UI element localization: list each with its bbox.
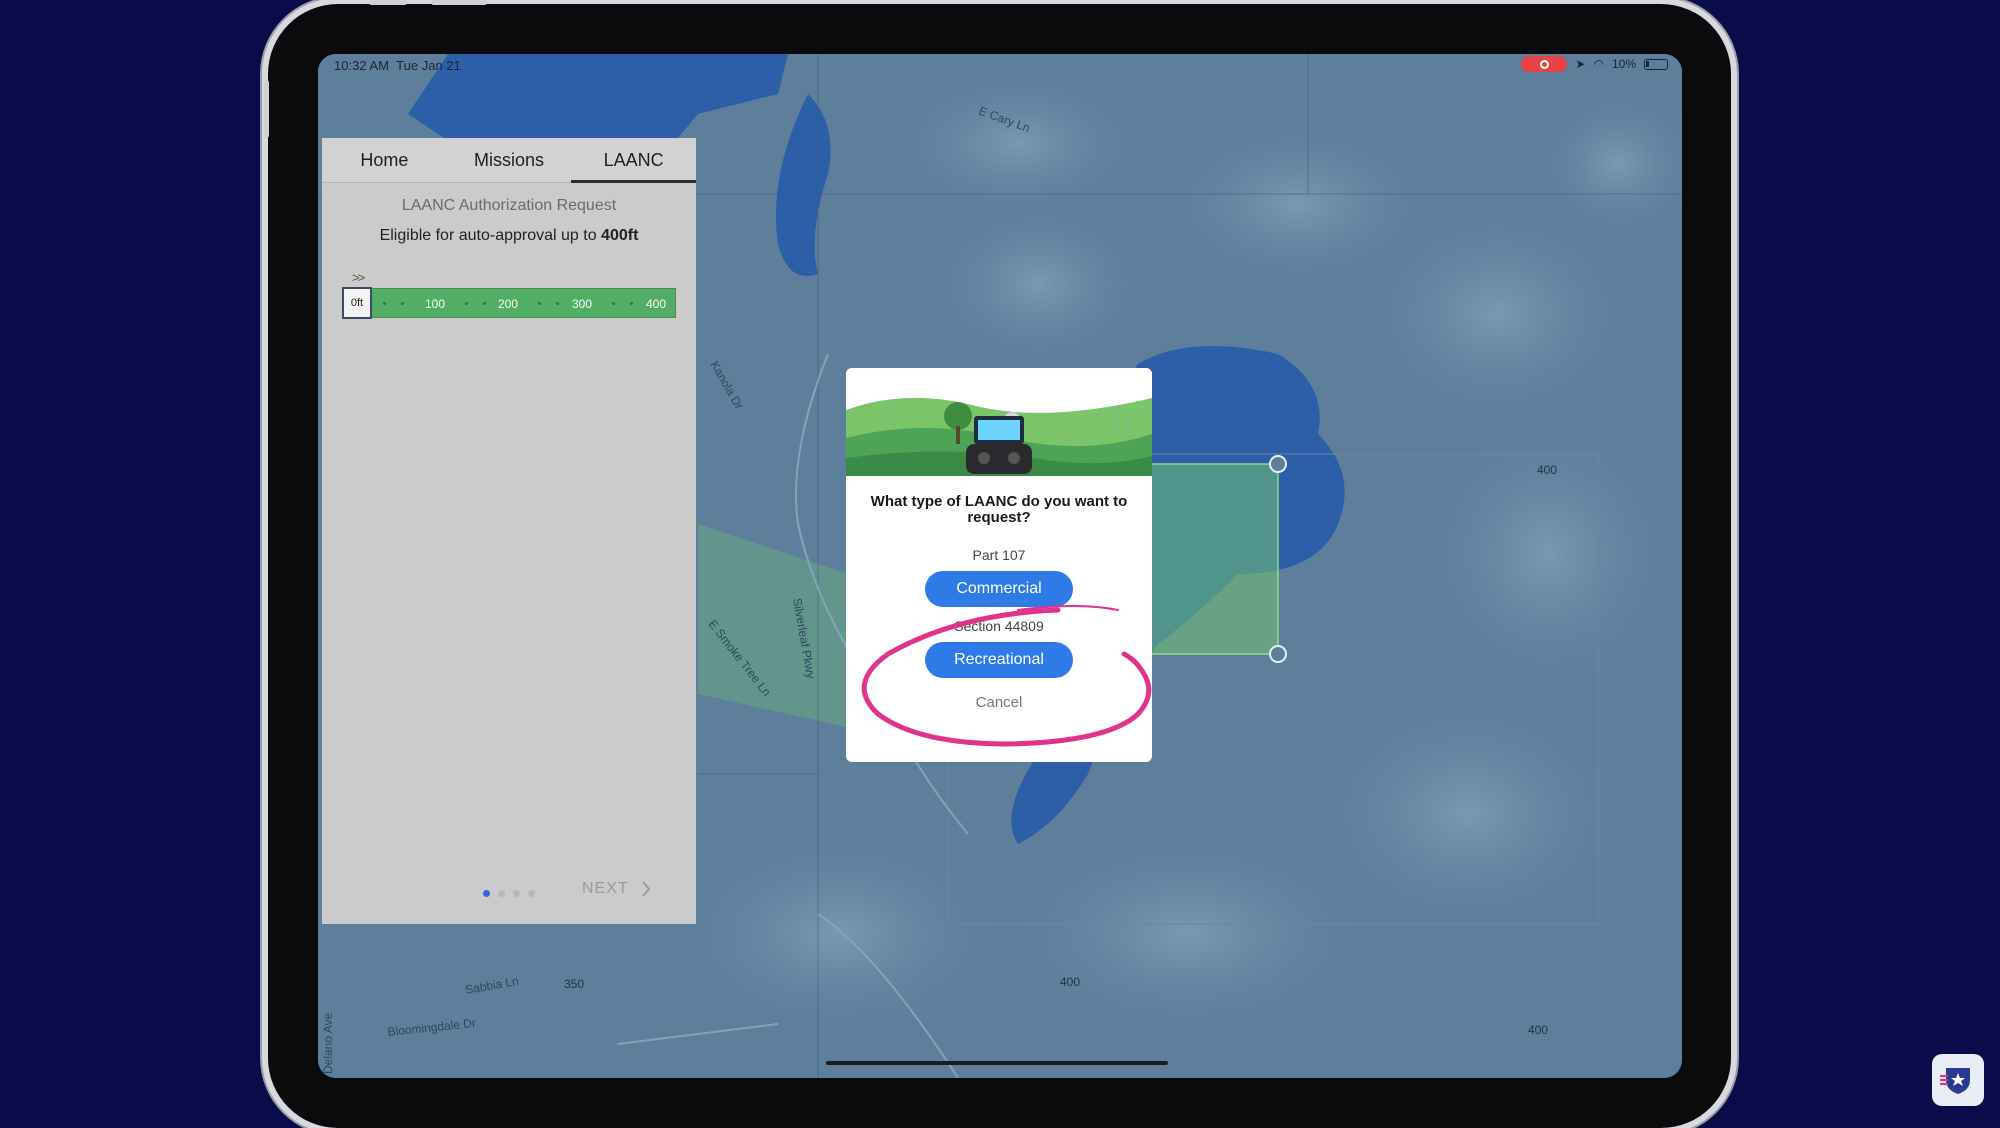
tab-laanc[interactable]: LAANC <box>571 138 696 183</box>
status-date: Tue Jan 21 <box>396 58 461 73</box>
tick-dot <box>630 302 633 305</box>
altitude-label: 400 <box>1537 463 1557 477</box>
road-label: Delano Ave <box>321 1013 335 1074</box>
tick-dot <box>538 302 541 305</box>
tick-dot <box>465 302 468 305</box>
tab-missions[interactable]: Missions <box>447 138 572 182</box>
altitude-label: 350 <box>564 977 584 991</box>
commercial-button[interactable]: Commercial <box>925 571 1073 607</box>
tick-dot <box>556 302 559 305</box>
altitude-tick: 300 <box>571 297 593 311</box>
altitude-tick: 200 <box>497 297 519 311</box>
tick-dot <box>483 302 486 305</box>
dialog-question: What type of LAANC do you want to reques… <box>870 493 1128 526</box>
battery-icon <box>1644 58 1668 70</box>
tab-home[interactable]: Home <box>322 138 447 182</box>
tick-dot <box>383 302 386 305</box>
tick-dot <box>401 302 404 305</box>
wifi-icon: ◠ <box>1593 57 1604 71</box>
altitude-tick: 100 <box>424 297 446 311</box>
volume-button <box>369 0 407 5</box>
screen-record-icon[interactable] <box>1521 56 1568 72</box>
tablet-screen: E Cary Ln Kanola Dr E Smoke Tree Ln Silv… <box>318 54 1682 1078</box>
cancel-button[interactable]: Cancel <box>846 694 1152 711</box>
page-dot <box>483 890 490 897</box>
next-button[interactable]: NEXT <box>582 880 651 898</box>
section-44809-label: Section 44809 <box>954 618 1044 634</box>
location-arrow-icon: ➤ <box>1575 57 1586 71</box>
tick-dot <box>612 302 615 305</box>
battery-percent: 10% <box>1611 57 1636 71</box>
status-time: 10:32 AM <box>334 58 389 73</box>
chevron-right-icon <box>641 881 650 897</box>
laanc-type-dialog: What type of LAANC do you want to reques… <box>846 368 1152 762</box>
laanc-panel: Home Missions LAANC LAANC Authorization … <box>322 138 696 924</box>
altitude-label: 400 <box>1060 975 1080 989</box>
altitude-label: 400 <box>1528 1023 1548 1037</box>
power-button <box>431 0 487 5</box>
next-label: NEXT <box>582 880 629 897</box>
recreational-button[interactable]: Recreational <box>925 642 1073 678</box>
part107-label: Part 107 <box>972 547 1026 563</box>
tab-bar: Home Missions LAANC <box>322 138 696 183</box>
panel-title: LAANC Authorization Request <box>401 197 617 214</box>
shield-star-icon <box>1932 1054 1984 1106</box>
status-bar: 10:32 AM Tue Jan 21 ➤ ◠ 10% <box>318 54 1682 76</box>
page-dot <box>513 890 520 897</box>
altitude-slider[interactable]: 100 200 300 400 0ft <box>342 287 676 319</box>
eligibility-prefix: Eligible for auto-approval up to <box>379 227 602 244</box>
side-button <box>264 80 269 138</box>
eligibility-value: 400ft <box>601 227 639 244</box>
page-dot <box>498 890 505 897</box>
altitude-tick: 400 <box>645 297 667 311</box>
eligibility-text: Eligible for auto-approval up to 400ft <box>322 227 696 245</box>
drone-controller-illustration <box>846 368 1152 476</box>
altitude-handle[interactable]: 0ft <box>342 287 372 319</box>
page-indicator <box>483 890 535 897</box>
home-indicator[interactable] <box>826 1061 1168 1065</box>
expand-arrows-icon[interactable]: >> <box>352 270 365 285</box>
page-dot <box>528 890 535 897</box>
